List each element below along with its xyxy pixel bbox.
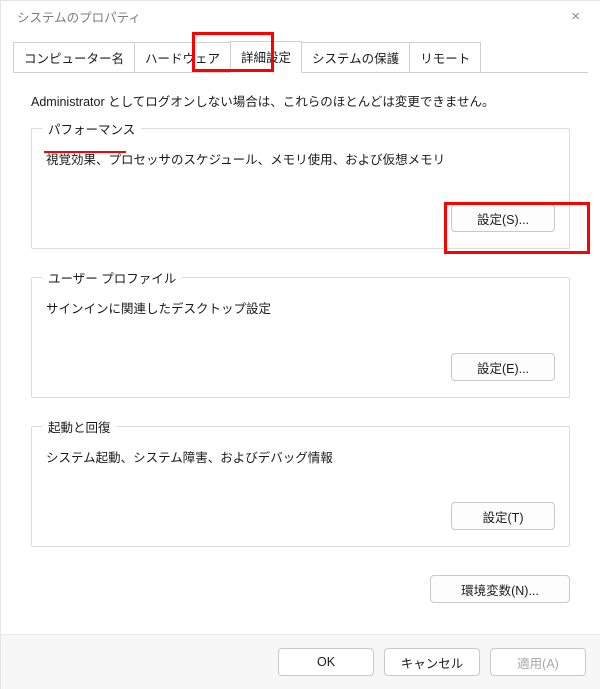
tab-remote[interactable]: リモート: [409, 42, 481, 72]
startup-recovery-settings-button[interactable]: 設定(T): [451, 502, 555, 530]
titlebar: システムのプロパティ ×: [1, 1, 600, 31]
dialog-buttons: OK キャンセル 適用(A): [1, 634, 600, 689]
desc-performance: 視覚効果、プロセッサのスケジュール、メモリ使用、および仮想メモリ: [46, 149, 555, 168]
group-performance: パフォーマンス 視覚効果、プロセッサのスケジュール、メモリ使用、および仮想メモリ…: [31, 128, 570, 249]
apply-button[interactable]: 適用(A): [490, 648, 586, 676]
tab-computer-name[interactable]: コンピューター名: [13, 42, 135, 72]
legend-startup-recovery: 起動と回復: [42, 417, 117, 436]
legend-user-profiles: ユーザー プロファイル: [42, 268, 182, 287]
group-startup-recovery: 起動と回復 システム起動、システム障害、およびデバッグ情報 設定(T): [31, 426, 570, 547]
environment-variables-row: 環境変数(N)...: [31, 575, 570, 603]
legend-performance: パフォーマンス: [42, 119, 141, 138]
admin-note: Administrator としてログオンしない場合は、これらのほとんどは変更で…: [31, 91, 570, 110]
user-profiles-settings-button[interactable]: 設定(E)...: [451, 353, 555, 381]
desc-startup-recovery: システム起動、システム障害、およびデバッグ情報: [46, 447, 555, 466]
tab-system-protection[interactable]: システムの保護: [301, 42, 410, 72]
performance-settings-button[interactable]: 設定(S)...: [451, 204, 555, 232]
window-title: システムのプロパティ: [17, 7, 141, 26]
system-properties-dialog: システムのプロパティ × コンピューター名 ハードウェア 詳細設定 システムの保…: [0, 0, 600, 689]
environment-variables-button[interactable]: 環境変数(N)...: [430, 575, 570, 603]
group-user-profiles: ユーザー プロファイル サインインに関連したデスクトップ設定 設定(E)...: [31, 277, 570, 398]
cancel-button[interactable]: キャンセル: [384, 648, 480, 676]
tabpanel-advanced: Administrator としてログオンしない場合は、これらのほとんどは変更で…: [13, 73, 588, 621]
tabstrip: コンピューター名 ハードウェア 詳細設定 システムの保護 リモート: [13, 43, 588, 72]
tab-hardware[interactable]: ハードウェア: [134, 42, 231, 72]
ok-button[interactable]: OK: [278, 648, 374, 676]
desc-user-profiles: サインインに関連したデスクトップ設定: [46, 298, 555, 317]
tab-advanced[interactable]: 詳細設定: [230, 41, 302, 73]
close-icon[interactable]: ×: [567, 7, 584, 26]
